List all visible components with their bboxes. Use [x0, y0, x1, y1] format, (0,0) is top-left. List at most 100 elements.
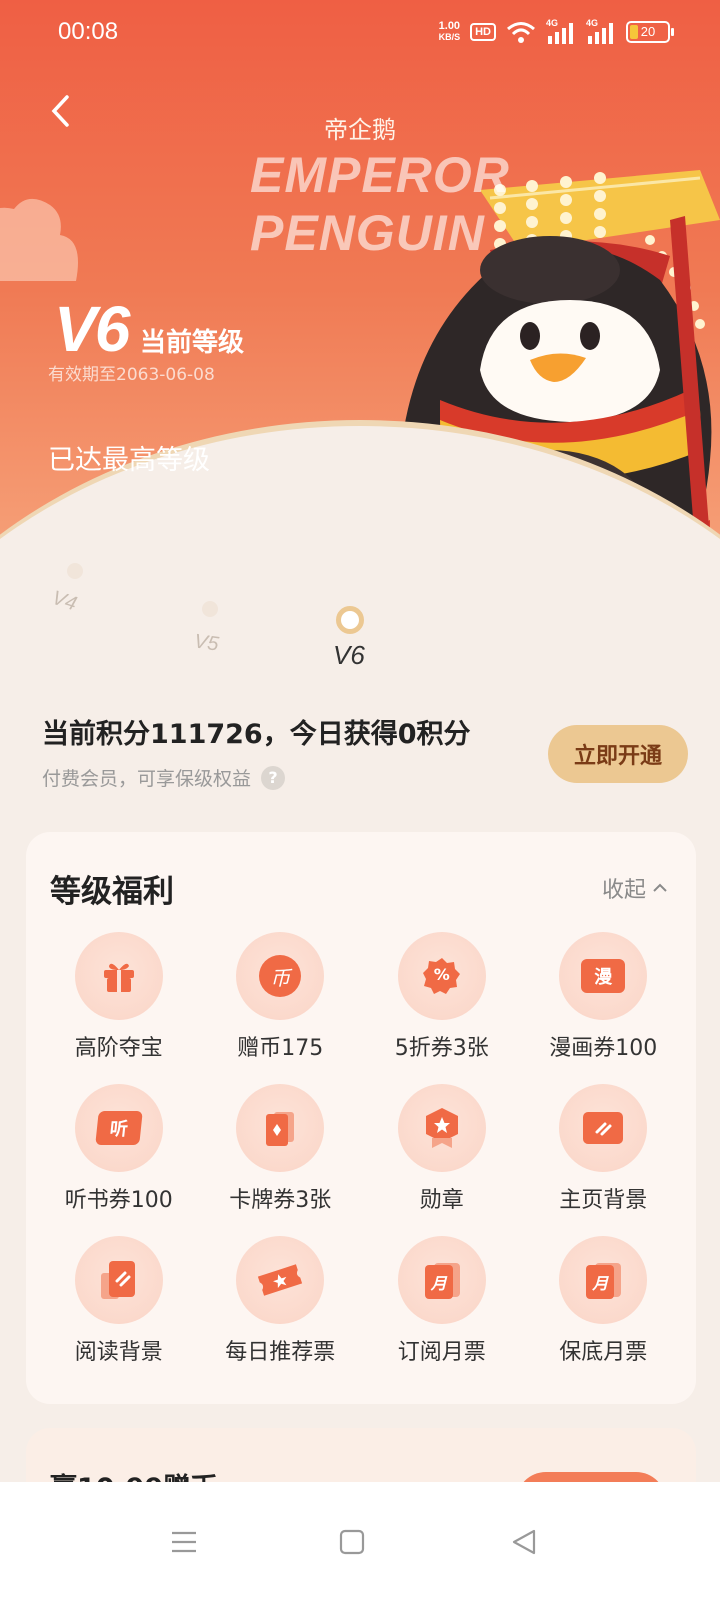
- network-speed: 1.00 KB/S: [439, 21, 461, 43]
- card-ticket-icon: [266, 1112, 295, 1146]
- network-speed-unit: KB/S: [438, 32, 461, 42]
- homepage-bg-icon: [583, 1112, 624, 1144]
- benefit-icon-circle: [236, 1084, 325, 1172]
- month-glyph: 月: [592, 1274, 609, 1293]
- level-dot-v6-current: [336, 606, 364, 634]
- menu-nav-button[interactable]: [164, 1522, 204, 1562]
- help-icon[interactable]: ?: [261, 765, 286, 790]
- signal-1-label: 4G: [546, 18, 559, 28]
- benefit-icon-circle: 月: [559, 1236, 648, 1324]
- benefit-item[interactable]: 阅读背景: [38, 1236, 200, 1366]
- reading-bg-icon: [100, 1261, 135, 1299]
- benefit-icon-circle: [74, 1236, 163, 1324]
- discount-glyph: %: [433, 965, 450, 984]
- home-square-icon: [339, 1529, 365, 1555]
- benefits-grid: 高阶夺宝 币 赠币175 % 5折券3张 漫 漫画券100 听 听书券100 卡…: [38, 932, 684, 1366]
- benefit-label: 勋章: [419, 1188, 464, 1213]
- benefit-icon-circle: 月: [397, 1236, 486, 1324]
- max-level-text: 已达最高等级: [48, 445, 210, 476]
- signal-2-label: 4G: [586, 18, 599, 28]
- level-dot-v5: [202, 601, 218, 617]
- tier-name: 帝企鹅: [324, 116, 396, 144]
- points-summary: 当前积分111726，今日获得0积分: [42, 719, 471, 750]
- status-icons: 1.00 KB/S HD 4G 4G 20: [439, 18, 674, 46]
- benefit-icon-circle: 漫: [559, 932, 648, 1020]
- benefit-icon-circle: [397, 1084, 486, 1172]
- comic-glyph: 漫: [594, 967, 613, 988]
- benefit-item[interactable]: 漫 漫画券100: [523, 932, 685, 1062]
- audio-glyph: 听: [108, 1119, 129, 1140]
- chevron-left-icon: [51, 95, 69, 127]
- benefit-label: 高阶夺宝: [74, 1036, 163, 1061]
- current-level-label: 当前等级: [140, 328, 245, 358]
- tier-name-english: EMPEROR PENGUIN: [250, 146, 510, 262]
- collapse-label: 收起: [601, 878, 646, 903]
- medal-icon: [425, 1108, 458, 1148]
- wifi-icon: [507, 22, 535, 43]
- battery-level: 20: [640, 24, 656, 39]
- benefits-title: 等级福利: [50, 874, 174, 910]
- points-subtitle: 付费会员，可享保级权益: [42, 768, 252, 790]
- tier-name-english-line1: EMPEROR: [250, 147, 510, 203]
- cloud-decoration: [0, 199, 78, 281]
- benefit-item[interactable]: 每日推荐票: [200, 1236, 362, 1366]
- benefit-item[interactable]: % 5折券3张: [361, 932, 523, 1062]
- benefit-label: 赠币175: [237, 1036, 324, 1061]
- network-speed-value: 1.00: [438, 20, 461, 32]
- level-label-v5: V5: [192, 630, 220, 656]
- benefit-label: 卡牌券3张: [229, 1188, 332, 1213]
- benefit-item[interactable]: 月 订阅月票: [361, 1236, 523, 1366]
- coin-icon: 币: [259, 955, 302, 997]
- month-glyph: 月: [430, 1274, 447, 1293]
- level-label-v6-current: V6: [333, 640, 365, 670]
- signal-icon-2: 4G: [586, 18, 616, 44]
- valid-until: 有效期至2063-06-08: [48, 365, 215, 385]
- benefit-icon-circle: 听: [74, 1084, 163, 1172]
- benefit-icon-circle: 币: [236, 932, 325, 1020]
- benefit-label: 每日推荐票: [225, 1340, 336, 1365]
- benefit-item[interactable]: 勋章: [361, 1084, 523, 1214]
- benefit-item[interactable]: 高阶夺宝: [38, 932, 200, 1062]
- benefit-item[interactable]: 听 听书券100: [38, 1084, 200, 1214]
- home-nav-button[interactable]: [332, 1522, 372, 1562]
- benefit-item[interactable]: 月 保底月票: [523, 1236, 685, 1366]
- status-time: 00:08: [58, 18, 119, 45]
- chevron-up-icon: [653, 883, 667, 892]
- recommend-ticket-icon: [258, 1264, 303, 1296]
- level-dot-v4: [67, 563, 83, 579]
- comic-ticket-icon: 漫: [581, 959, 626, 993]
- open-now-button[interactable]: 立即开通: [548, 725, 688, 783]
- benefit-item[interactable]: 主页背景: [523, 1084, 685, 1214]
- back-triangle-icon: [512, 1529, 536, 1555]
- audio-ticket-icon: 听: [94, 1111, 143, 1145]
- back-nav-button[interactable]: [504, 1522, 544, 1562]
- tier-name-english-line2: PENGUIN: [250, 205, 485, 261]
- battery-icon: 20: [626, 21, 674, 43]
- discount-icon: %: [422, 956, 462, 996]
- benefit-item[interactable]: 卡牌券3张: [200, 1084, 362, 1214]
- benefit-label: 漫画券100: [549, 1036, 658, 1061]
- level-benefits-card: 等级福利 收起 高阶夺宝 币 赠币175 % 5折券3张 漫 漫画券100 听 …: [26, 832, 696, 1404]
- benefit-icon-circle: [74, 932, 163, 1020]
- benefit-icon-circle: [236, 1236, 325, 1324]
- menu-icon: [172, 1531, 196, 1553]
- back-button[interactable]: [40, 88, 80, 134]
- benefit-label: 阅读背景: [74, 1340, 163, 1365]
- benefit-label: 主页背景: [559, 1188, 648, 1213]
- collapse-button[interactable]: 收起: [602, 872, 668, 904]
- gift-icon: [103, 963, 134, 992]
- points-subtitle-row: 付费会员，可享保级权益 ?: [42, 764, 286, 791]
- monthly-ticket-icon: 月: [422, 1260, 462, 1300]
- coin-glyph: 币: [270, 965, 291, 990]
- status-bar: 00:08 1.00 KB/S HD 4G 4G 20: [0, 0, 720, 64]
- current-level: V6: [54, 293, 130, 365]
- benefit-label: 5折券3张: [394, 1036, 489, 1061]
- benefit-label: 订阅月票: [397, 1340, 486, 1365]
- benefit-icon-circle: [559, 1084, 648, 1172]
- benefit-item[interactable]: 币 赠币175: [200, 932, 362, 1062]
- signal-icon-1: 4G: [546, 18, 576, 44]
- system-navigation-bar: [0, 1482, 720, 1612]
- benefit-icon-circle: %: [397, 932, 486, 1020]
- hd-voice-icon: HD: [470, 23, 496, 41]
- benefit-label: 保底月票: [559, 1340, 648, 1365]
